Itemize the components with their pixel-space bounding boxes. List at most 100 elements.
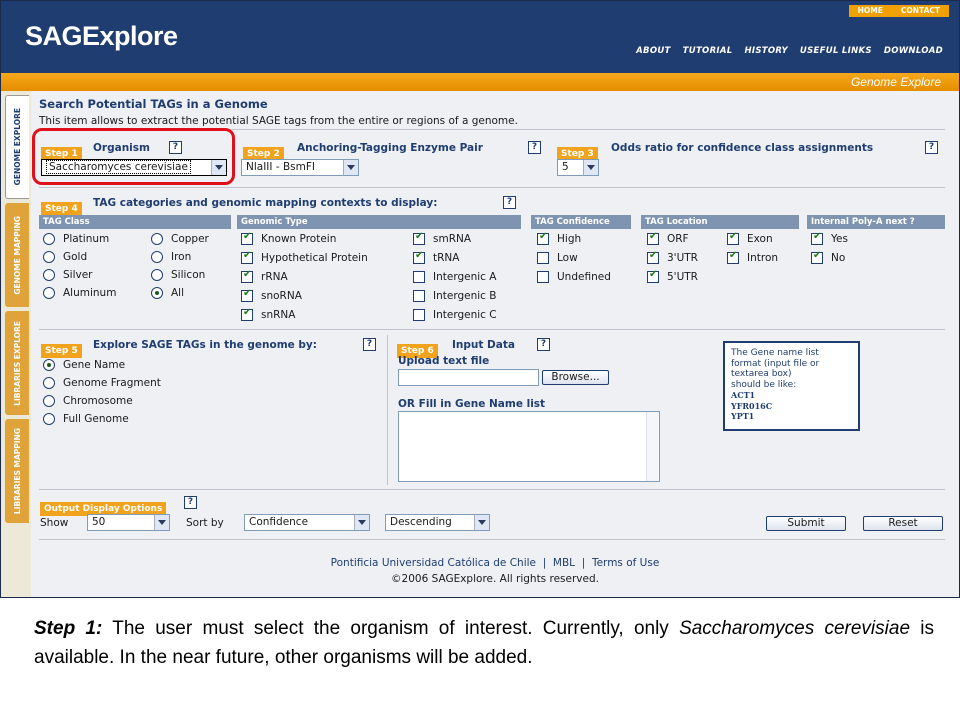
option-label: Gold — [63, 251, 88, 263]
checkbox-trna[interactable]: tRNA — [413, 250, 460, 264]
nav-history[interactable]: HISTORY — [744, 46, 787, 56]
radio-gold[interactable]: Gold — [43, 251, 87, 263]
step6-label: Input Data — [452, 339, 515, 351]
logo[interactable]: SAGExplore — [25, 21, 178, 52]
checkbox-undefined[interactable]: Undefined — [537, 271, 611, 283]
checkbox-hypothetical-protein[interactable]: Hypothetical Protein — [241, 250, 368, 264]
order-select[interactable]: Descending — [385, 514, 490, 531]
option-label: Gene Name — [63, 359, 126, 371]
checkbox-5utr[interactable]: 5'UTR — [647, 269, 698, 283]
step3-badge: Step 3 — [557, 141, 598, 161]
radio-silver[interactable]: Silver — [43, 269, 93, 281]
nav-download[interactable]: DOWNLOAD — [884, 46, 943, 56]
checkbox-low[interactable]: Low — [537, 252, 578, 264]
help-icon[interactable]: ? — [503, 196, 516, 209]
contact-link[interactable]: CONTACT — [892, 5, 949, 17]
sort-select[interactable]: Confidence — [244, 514, 370, 531]
option-label: Exon — [747, 233, 773, 245]
divider — [387, 335, 388, 485]
checkbox-intron[interactable]: Intron — [727, 250, 778, 264]
show-label: Show — [40, 517, 69, 529]
tab-libraries-mapping[interactable]: LIBRARIES MAPPING — [5, 419, 29, 523]
divider — [39, 489, 945, 490]
tab-genome-explore[interactable]: GENOME EXPLORE — [5, 95, 29, 199]
reset-button[interactable]: Reset — [863, 516, 943, 531]
checkbox-polya-no[interactable]: No — [811, 250, 845, 264]
checkbox-polya-yes[interactable]: Yes — [811, 231, 848, 245]
checkbox-orf[interactable]: ORF — [647, 231, 689, 245]
section-bar: Genome Explore — [1, 73, 959, 91]
help-icon[interactable]: ? — [925, 141, 938, 154]
nav-useful-links[interactable]: USEFUL LINKS — [800, 46, 872, 56]
help-icon[interactable]: ? — [363, 338, 376, 351]
browse-button[interactable]: Browse... — [542, 370, 609, 385]
checkbox-smrna[interactable]: smRNA — [413, 231, 471, 245]
nav-tutorial[interactable]: TUTORIAL — [683, 46, 733, 56]
chevron-down-icon — [343, 160, 358, 175]
caption-organism: Saccharomyces cerevisiae — [679, 618, 911, 639]
gene-list-textarea[interactable] — [398, 411, 660, 482]
checkbox-exon[interactable]: Exon — [727, 231, 773, 245]
tab-libraries-explore[interactable]: LIBRARIES EXPLORE — [5, 311, 29, 415]
nav-about[interactable]: ABOUT — [636, 46, 670, 56]
radio-iron[interactable]: Iron — [151, 251, 191, 263]
footer-link-mbl[interactable]: MBL — [553, 557, 575, 569]
sort-label: Sort by — [186, 517, 224, 529]
radio-platinum[interactable]: Platinum — [43, 233, 109, 245]
chevron-down-icon — [154, 515, 169, 530]
option-label: Intergenic C — [433, 309, 497, 321]
option-label: rRNA — [261, 271, 288, 283]
checkbox-intergenic-b[interactable]: Intergenic B — [413, 290, 496, 302]
option-label: Chromosome — [63, 395, 133, 407]
radio-genome-fragment[interactable]: Genome Fragment — [43, 377, 161, 389]
odds-select[interactable]: 5 — [557, 159, 599, 176]
tab-genome-mapping[interactable]: GENOME MAPPING — [5, 203, 29, 307]
col-genomic-type: Genomic Type — [237, 215, 521, 229]
radio-all[interactable]: All — [151, 287, 184, 299]
help-icon[interactable]: ? — [184, 496, 197, 509]
option-label: Full Genome — [63, 413, 129, 425]
odds-value: 5 — [562, 161, 569, 173]
radio-aluminum[interactable]: Aluminum — [43, 287, 116, 299]
help-icon[interactable]: ? — [537, 338, 550, 351]
checkbox-snrna[interactable]: snRNA — [241, 307, 295, 321]
help-icon[interactable]: ? — [528, 141, 541, 154]
checkbox-3utr[interactable]: 3'UTR — [647, 250, 698, 264]
step4-badge: Step 4 — [41, 196, 82, 216]
footer-link-university[interactable]: Pontificia Universidad Católica de Chile — [331, 557, 536, 569]
main-content: Search Potential TAGs in a Genome This i… — [31, 91, 959, 597]
footer-links: Pontificia Universidad Católica de Chile… — [31, 557, 959, 569]
enzyme-select[interactable]: NlaIII - BsmFI — [241, 159, 359, 176]
checkbox-known-protein[interactable]: Known Protein — [241, 231, 337, 245]
step4-label: TAG categories and genomic mapping conte… — [93, 197, 438, 209]
tab-label: LIBRARIES EXPLORE — [12, 320, 22, 406]
checkbox-snorna[interactable]: snoRNA — [241, 288, 302, 302]
radio-silicon[interactable]: Silicon — [151, 269, 205, 281]
chevron-down-icon — [474, 515, 489, 530]
hint-line: YFR016C — [731, 400, 773, 411]
checkbox-intergenic-a[interactable]: Intergenic A — [413, 271, 496, 283]
fill-label: OR Fill in Gene Name list — [398, 398, 546, 410]
footer-link-terms[interactable]: Terms of Use — [592, 557, 659, 569]
step3-label: Odds ratio for confidence class assignme… — [611, 142, 874, 154]
home-link[interactable]: HOME — [849, 5, 892, 17]
show-select[interactable]: 50 — [87, 514, 170, 531]
radio-copper[interactable]: Copper — [151, 233, 209, 245]
checkbox-high[interactable]: High — [537, 231, 581, 245]
top-links: HOME CONTACT — [848, 5, 949, 17]
hint-line: textarea box) — [731, 369, 792, 379]
radio-chromosome[interactable]: Chromosome — [43, 395, 133, 407]
col-tag-location: TAG Location — [641, 215, 799, 229]
checkbox-rrna[interactable]: rRNA — [241, 269, 288, 283]
hint-line: should be like: — [731, 379, 797, 390]
option-label: 3'UTR — [667, 252, 698, 264]
scrollbar[interactable] — [646, 412, 659, 481]
radio-full-genome[interactable]: Full Genome — [43, 413, 129, 425]
option-label: Yes — [831, 233, 848, 245]
radio-gene-name[interactable]: Gene Name — [43, 359, 125, 371]
option-label: tRNA — [433, 252, 460, 264]
option-label: Known Protein — [261, 233, 337, 245]
file-input[interactable] — [398, 369, 539, 386]
submit-button[interactable]: Submit — [766, 516, 846, 531]
checkbox-intergenic-c[interactable]: Intergenic C — [413, 309, 497, 321]
